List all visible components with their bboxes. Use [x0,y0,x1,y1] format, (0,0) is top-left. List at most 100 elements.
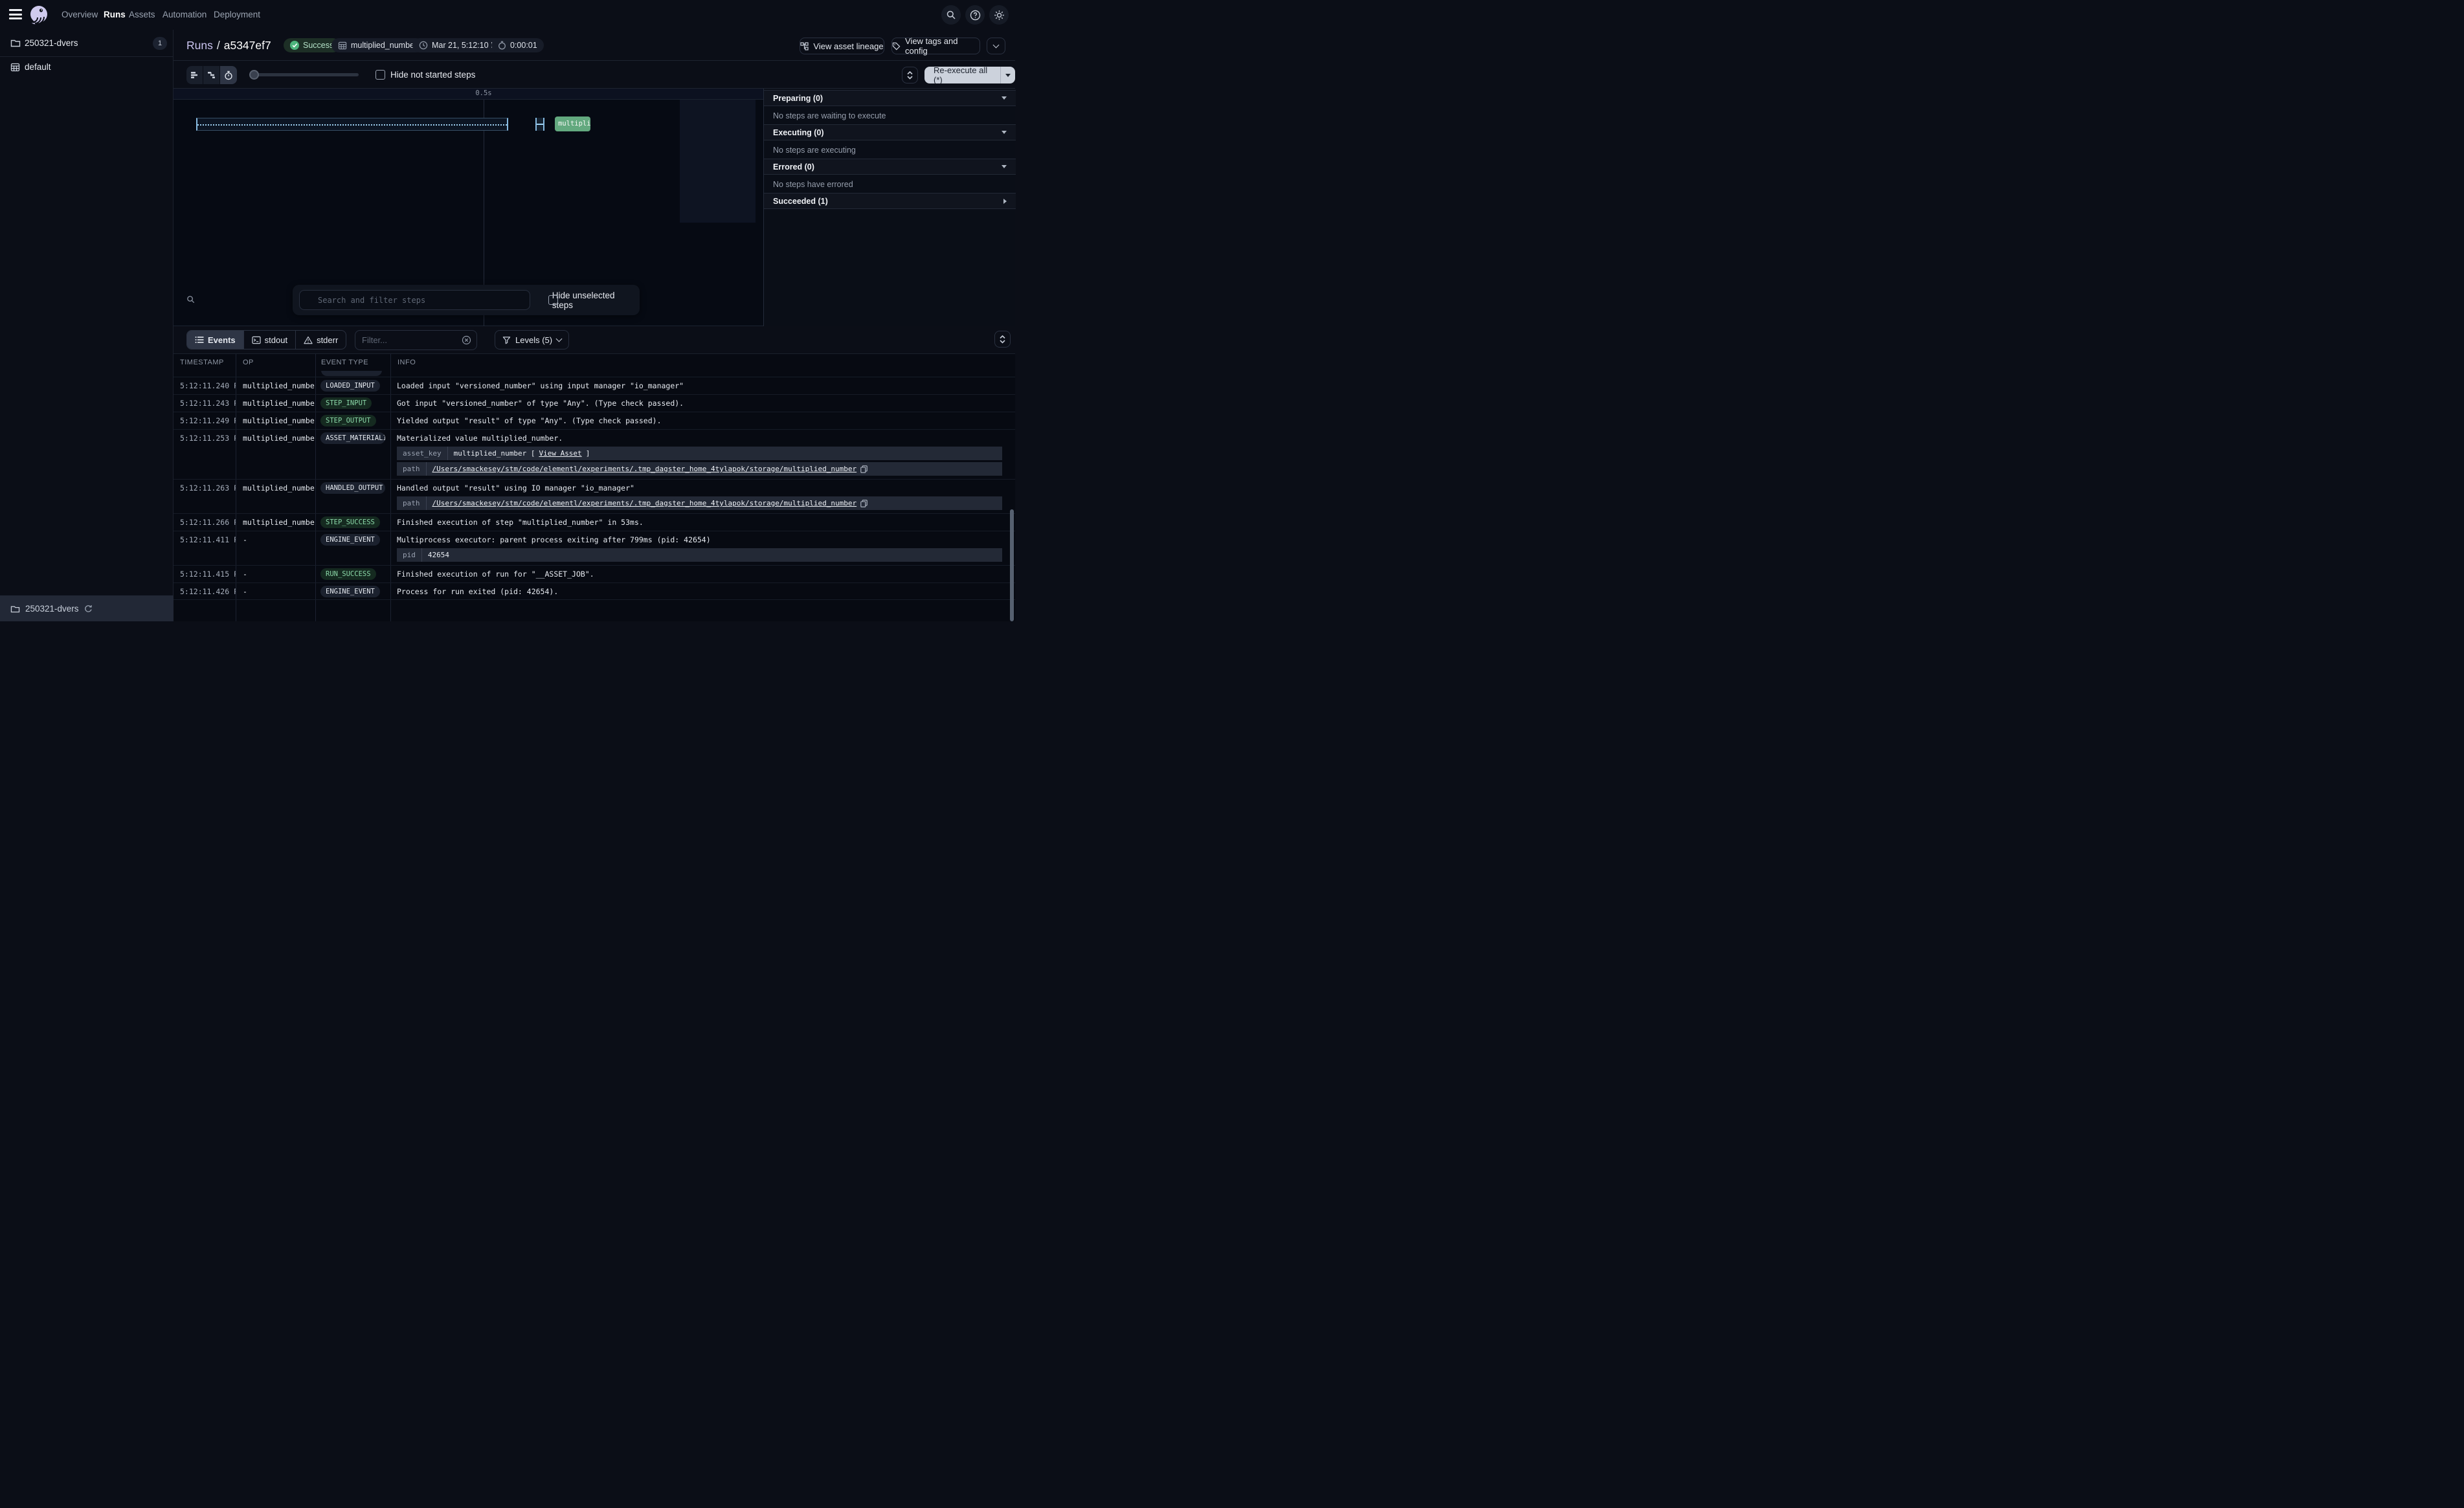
info-cell: Handled output "result" using IO manager… [397,480,1015,496]
section-errored-header[interactable]: Errored (0) [764,159,1016,175]
gantt-step-waiting-box[interactable] [196,118,508,131]
hide-unselected-checkbox[interactable] [548,295,558,305]
dotted-dependency-line [197,124,507,126]
terminal-icon [252,336,261,344]
scrollbar-thumb[interactable] [1010,509,1014,621]
info-cell: Finished execution of run for "__ASSET_J… [397,566,1015,582]
table-row[interactable]: 5:12:11.243 PM multiplied_number STEP_IN… [174,394,1015,412]
path-link[interactable]: /Users/smackesey/stm/code/elementl/exper… [432,499,857,507]
search-icon[interactable] [941,5,961,25]
reexecute-all-button[interactable]: Re-execute all (*) [924,67,1000,83]
reexecute-split-button: Re-execute all (*) [924,67,1015,83]
asset-grid-icon [338,41,347,50]
event-type-tag: STEP_INPUT [320,397,372,409]
gantt-step-bar-multiplied-number[interactable]: multipli… [555,116,590,131]
kv-label: path [397,462,427,476]
op-cell: multiplied_number [236,412,315,429]
sidebar-footer[interactable]: 250321-dvers [0,595,174,621]
gantt-highlight-band [680,100,756,223]
clear-filter-icon[interactable] [462,335,471,345]
nav-item-automation[interactable]: Automation [162,0,207,30]
reexecute-dropdown-button[interactable] [1000,67,1015,83]
nav-item-deployment[interactable]: Deployment [214,0,260,30]
settings-gear-icon[interactable] [989,5,1009,25]
view-tags-config-button[interactable]: View tags and config [891,38,980,54]
zoom-slider-thumb[interactable] [249,70,259,80]
section-preparing-body: No steps are waiting to execute [764,107,1016,125]
tab-events[interactable]: Events [187,331,244,349]
caret-down-icon [1002,165,1007,168]
table-row[interactable]: 5:12:11.266 PM multiplied_number STEP_SU… [174,513,1015,531]
copy-icon[interactable] [860,465,868,473]
breadcrumb-runs-link[interactable]: Runs [186,39,213,52]
table-row[interactable]: 5:12:11.263 PM multiplied_number HANDLED… [174,479,1015,513]
folder-icon [10,604,20,613]
breadcrumb: Runs/a5347ef7 [186,30,271,61]
job-icon [10,63,20,72]
dagster-logo[interactable] [28,5,49,25]
reload-icon[interactable] [84,604,93,613]
zoom-slider-track[interactable] [254,73,359,76]
axis-tick-label: 0.5s [468,89,499,97]
hide-not-started-checkbox[interactable] [375,70,385,80]
sidebar-item-job-default[interactable]: default [0,57,174,78]
op-cell: multiplied_number [236,377,315,394]
scrolled-partial-row [174,371,1015,377]
op-cell: - [236,566,315,582]
event-type-tag: ENGINE_EVENT [320,534,380,546]
table-row[interactable]: 5:12:11.426 PM - ENGINE_EVENT Process fo… [174,582,1015,600]
kv-label: asset_key [397,447,448,460]
run-header-more-button[interactable] [987,38,1005,54]
event-type-tag: STEP_OUTPUT [320,415,376,427]
folder-icon [10,38,21,47]
view-mode-waterfall-button[interactable] [203,66,220,84]
view-asset-lineage-button[interactable]: View asset lineage [800,38,884,54]
gantt-step-prep-box[interactable] [535,118,544,131]
info-cell: Yielded output "result" of type "Any". (… [397,412,1015,429]
nav-item-runs[interactable]: Runs [104,0,126,30]
section-preparing-header[interactable]: Preparing (0) [764,90,1016,106]
list-icon [195,336,204,344]
asset-tag[interactable]: multiplied_number [331,38,423,52]
path-link[interactable]: /Users/smackesey/stm/code/elementl/exper… [432,465,857,473]
table-row[interactable]: 5:12:11.411 PM - ENGINE_EVENT Multiproce… [174,531,1015,565]
nav-item-assets[interactable]: Assets [129,0,155,30]
event-type-tag: STEP_SUCCESS [320,516,380,528]
tab-stdout[interactable]: stdout [244,331,296,349]
help-icon[interactable] [965,5,985,25]
step-search-input[interactable] [299,290,530,310]
section-executing-header[interactable]: Executing (0) [764,124,1016,140]
hamburger-menu-icon[interactable] [9,9,22,21]
step-search-overlay: Hide unselected steps [293,285,640,315]
sidebar-project-label: 250321-dvers [25,38,78,48]
info-cell: Got input "versioned_number" of type "An… [397,395,1015,412]
expand-events-button[interactable] [994,331,1011,348]
op-cell: - [236,531,315,565]
timestamp-cell: 5:12:11.243 PM [174,395,236,412]
view-asset-link[interactable]: View Asset [539,449,581,458]
levels-filter-button[interactable]: Levels (5) [495,330,569,349]
sidebar-job-label: default [25,62,51,72]
section-succeeded-header[interactable]: Succeeded (1) [764,193,1016,209]
top-nav: Overview Runs Assets Automation Deployme… [0,0,1015,30]
table-row[interactable]: 5:12:11.249 PM multiplied_number STEP_OU… [174,412,1015,429]
log-filter-input[interactable] [355,330,477,350]
col-timestamp: TIMESTAMP [180,354,224,371]
chevron-down-icon [993,42,1000,49]
table-row[interactable]: 5:12:11.253 PM multiplied_number ASSET_M… [174,429,1015,479]
copy-icon[interactable] [860,500,868,507]
sidebar-item-project[interactable]: 250321-dvers 1 [0,30,174,57]
expand-panel-button[interactable] [902,67,918,83]
view-mode-flat-button[interactable] [186,66,203,84]
nav-item-overview[interactable]: Overview [62,0,98,30]
table-row[interactable]: 5:12:11.240 PM multiplied_number LOADED_… [174,377,1015,394]
pid-value: 42654 [428,551,449,559]
col-event-type: EVENT TYPE [321,354,368,371]
event-type-tag [321,371,382,376]
view-mode-timed-button[interactable] [220,66,237,84]
section-executing-body: No steps are executing [764,141,1016,159]
hide-unselected-label[interactable]: Hide unselected steps [552,291,633,310]
tab-stderr[interactable]: stderr [296,331,346,349]
table-row[interactable]: 5:12:11.415 PM - RUN_SUCCESS Finished ex… [174,565,1015,582]
hide-not-started-label[interactable]: Hide not started steps [390,70,475,80]
